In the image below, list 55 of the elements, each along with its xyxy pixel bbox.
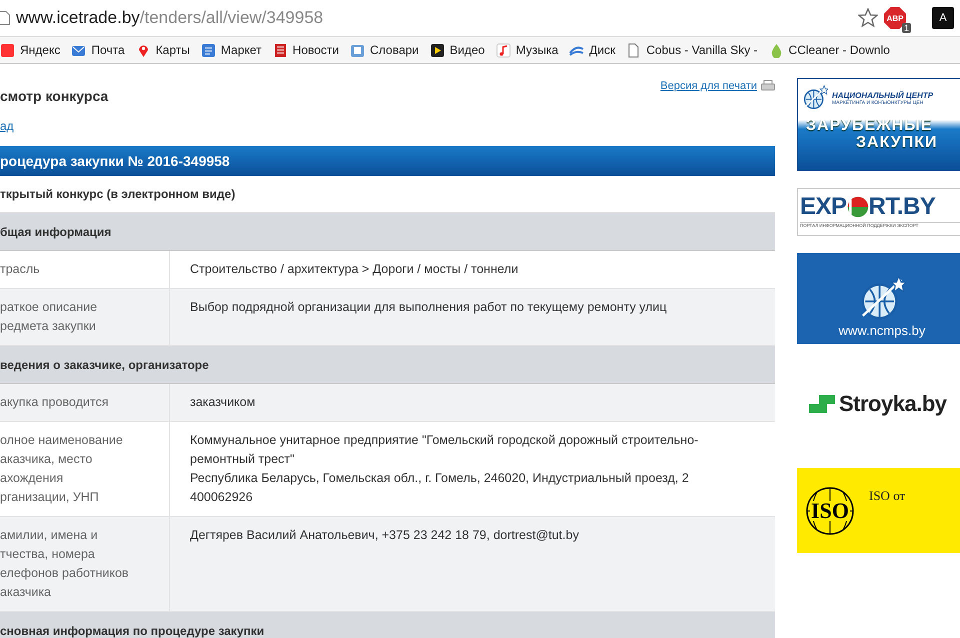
bookmark-item[interactable]: Диск (563, 42, 620, 58)
banner-ad[interactable]: www.ncmps.by (797, 253, 960, 344)
play-icon (430, 42, 445, 58)
procedure-header: роцедура закупки № 2016-349958 (0, 146, 775, 176)
adblock-extension-button[interactable]: ABP (884, 7, 906, 29)
printer-icon (761, 80, 775, 92)
newspaper-icon (272, 42, 288, 58)
field-label: акупка проводится (0, 384, 170, 421)
music-note-icon (496, 42, 511, 58)
banner-logo-text: RT.BY (868, 192, 936, 222)
count-badge: 1 (902, 23, 911, 33)
page-icon (626, 42, 642, 58)
field-value: Дегтярев Василий Анатольевич, +375 23 242 18 79, dortrest@tut.by (189, 527, 579, 544)
globe-star-icon (802, 85, 828, 111)
banner-logo-text: Stroyka.by (839, 391, 946, 417)
banner-text: НАЦИОНАЛЬНЫЙ ЦЕНТР (832, 90, 934, 100)
section-header: ведения о заказчике, организаторе (0, 346, 775, 384)
field-label: раткое описание редмета закупки (0, 289, 170, 345)
extension-button[interactable]: A (932, 7, 954, 29)
star-icon[interactable] (858, 8, 878, 28)
print-version-link[interactable]: Версия для печати (660, 80, 775, 92)
banner-text: ISO от (869, 488, 906, 504)
logo-icon (809, 395, 835, 413)
list-icon (200, 42, 216, 58)
bookmark-item[interactable]: Словари (344, 42, 424, 58)
banner-ad[interactable]: ISO ISO от (797, 468, 960, 553)
bookmark-item[interactable]: Яндекс (0, 42, 66, 58)
banner-text: www.ncmps.by (838, 323, 926, 338)
field-label: трасль (0, 251, 170, 288)
banner-heading: ЗАРУБЕЖНЫЕ (805, 117, 934, 135)
bookmark-item[interactable]: Карты (130, 42, 195, 58)
book-icon (350, 42, 365, 58)
bookmark-item[interactable]: Почта (65, 42, 130, 58)
field-value: Коммунальное унитарное предприятие "Гомельский городской дорожный строительно- ремонтный трест" Республика Беларусь, Гомельская обл., г. Гомель, 246020, Индустриальный проезд, 2 400062926 (189, 432, 698, 506)
bookmark-item[interactable]: Видео (424, 42, 490, 58)
banner-ad[interactable]: Stroyka.by (797, 389, 960, 419)
field-label: амилии, имена и тчества, номера елефонов работников аказчика (0, 517, 170, 611)
banner-logo-text: EXP (800, 192, 847, 222)
field-value: Выбор подрядной организации для выполнения работ по текущему ремонту улиц (189, 299, 667, 316)
field-value: заказчиком (189, 394, 256, 411)
bookmark-item[interactable]: Музыка (490, 42, 564, 58)
bookmark-item[interactable]: Новости (266, 42, 344, 58)
banner-heading: ЗАКУПКИ (855, 134, 938, 152)
bookmark-item[interactable]: CCleaner - Downlo (762, 42, 895, 58)
flag-ball-icon (846, 196, 869, 218)
field-label: олное наименование аказчика, место ахождения рганизации, УНП (0, 422, 170, 516)
section-header: сновная информация по процедуре закупки (0, 612, 775, 638)
address-bar[interactable]: www.icetrade.by/tenders/all/view/349958 (16, 8, 852, 28)
back-link[interactable]: ад (0, 119, 14, 133)
bookmark-item[interactable]: Cobus - Vanilla Sky - (620, 42, 763, 58)
banner-logo-text: ISO (810, 500, 850, 520)
section-header: бщая информация (0, 213, 775, 251)
bookmark-item[interactable]: Маркет (194, 42, 267, 58)
field-value: Строительство / архитектура > Дороги / мосты / тоннели (189, 261, 518, 278)
page-title: смотр конкурса (0, 88, 108, 104)
